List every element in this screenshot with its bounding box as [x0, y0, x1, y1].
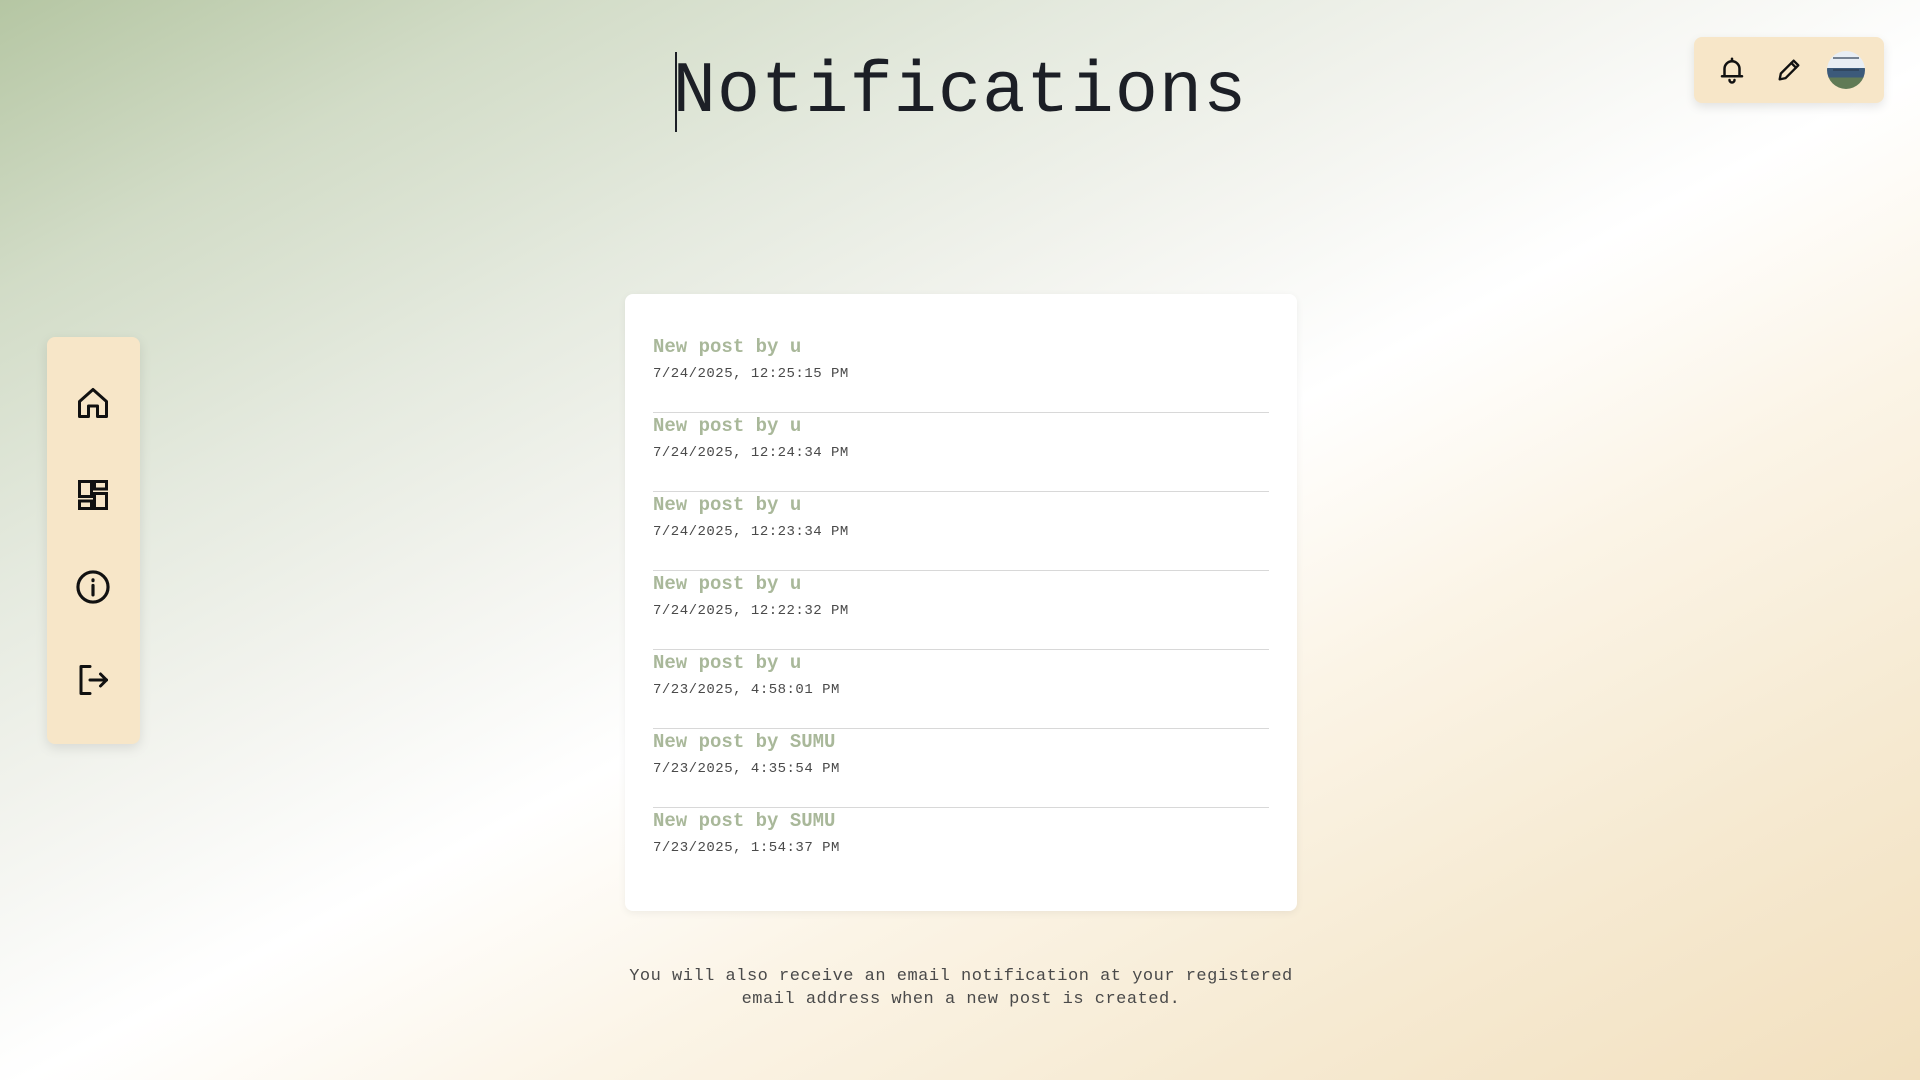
notifications-list: New post by u 7/24/2025, 12:25:15 PM New… [625, 294, 1297, 911]
sidebar-item-logout[interactable] [73, 660, 113, 700]
notification-timestamp: 7/24/2025, 12:23:34 PM [653, 524, 849, 540]
notification-timestamp: 7/23/2025, 1:54:37 PM [653, 840, 840, 856]
notification-timestamp: 7/23/2025, 4:35:54 PM [653, 761, 840, 777]
home-icon [78, 388, 108, 418]
notification-title: New post by u [653, 494, 802, 516]
notification-timestamp: 7/24/2025, 12:25:15 PM [653, 366, 849, 382]
pencil-icon [1778, 59, 1800, 81]
dashboard-icon [78, 480, 108, 510]
notification-title: New post by u [653, 573, 802, 595]
sidebar-item-home[interactable] [73, 383, 113, 423]
logout-icon [79, 665, 108, 695]
sidebar-item-dashboard[interactable] [73, 475, 113, 515]
notification-title: New post by u [653, 415, 802, 437]
notifications-button[interactable] [1712, 50, 1752, 90]
text-caret [674, 52, 677, 132]
notification-title: New post by SUMU [653, 810, 836, 832]
top-toolbar [1694, 37, 1884, 103]
notification-title: New post by u [653, 652, 802, 674]
notification-timestamp: 7/24/2025, 12:24:34 PM [653, 445, 849, 461]
notification-item[interactable]: New post by u 7/23/2025, 4:58:01 PM [653, 650, 1269, 729]
info-icon [76, 570, 110, 604]
notification-title: New post by u [653, 336, 802, 358]
notification-item[interactable]: New post by u 7/24/2025, 12:25:15 PM [653, 334, 1269, 413]
notification-item[interactable]: New post by SUMU 7/23/2025, 1:54:37 PM [653, 808, 1269, 887]
profile-button[interactable] [1826, 50, 1866, 90]
notification-title: New post by SUMU [653, 731, 836, 753]
create-post-button[interactable] [1769, 50, 1809, 90]
sidebar-item-info[interactable] [73, 567, 113, 607]
sidebar [47, 337, 140, 744]
notification-item[interactable]: New post by u 7/24/2025, 12:24:34 PM [653, 413, 1269, 492]
notification-item[interactable]: New post by SUMU 7/23/2025, 4:35:54 PM [653, 729, 1269, 808]
page-title-text: Notifications [672, 51, 1248, 133]
notification-item[interactable]: New post by u 7/24/2025, 12:23:34 PM [653, 492, 1269, 571]
user-avatar [1826, 51, 1865, 89]
email-notification-info: You will also receive an email notificat… [629, 967, 1293, 1009]
notification-timestamp: 7/23/2025, 4:58:01 PM [653, 682, 840, 698]
notification-timestamp: 7/24/2025, 12:22:32 PM [653, 603, 849, 619]
notification-item[interactable]: New post by u 7/24/2025, 12:22:32 PM [653, 571, 1269, 650]
page-title: Notifications [0, 48, 1920, 136]
bell-icon [1721, 57, 1744, 84]
